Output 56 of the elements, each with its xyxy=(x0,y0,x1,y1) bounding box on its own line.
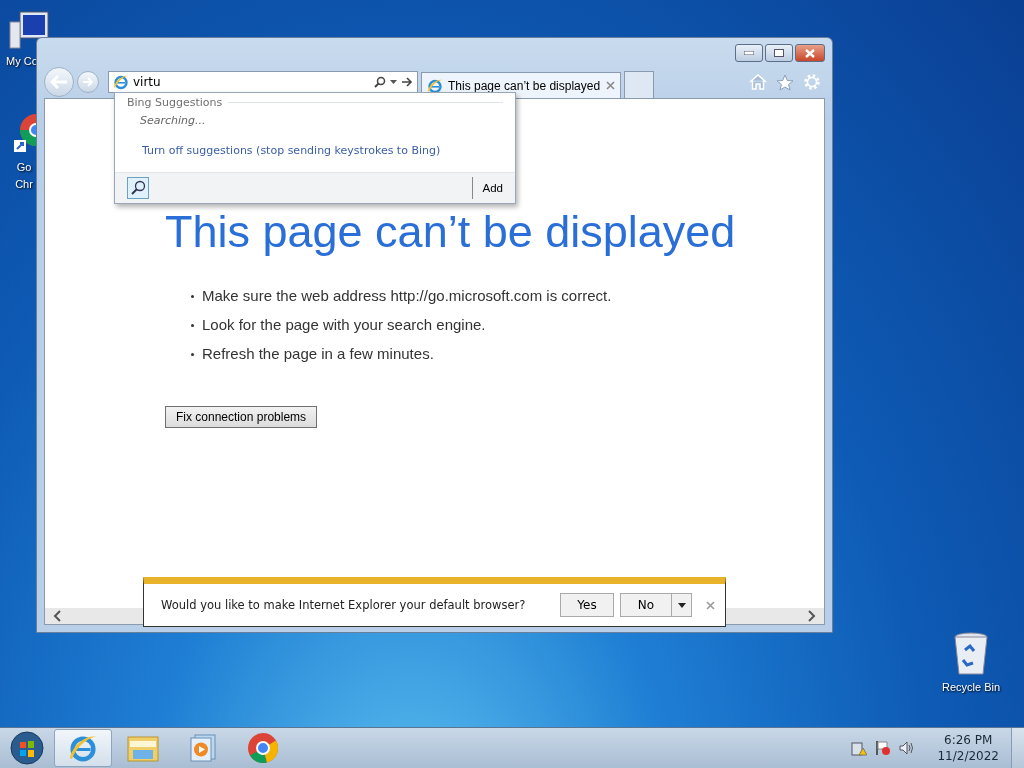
search-icon[interactable] xyxy=(374,76,386,88)
recycle-bin-icon xyxy=(953,632,990,678)
dropdown-caret-icon[interactable] xyxy=(390,80,397,84)
suggestion-text: Make sure the web address http://go.microsoft.com is correct. xyxy=(202,287,612,304)
notification-message: Would you like to make Internet Explorer your default browser? xyxy=(161,598,527,612)
close-icon xyxy=(706,600,715,610)
close-button[interactable] xyxy=(795,44,825,62)
star-icon[interactable] xyxy=(776,73,794,91)
forward-arrow-icon xyxy=(82,77,94,87)
suggestion-text: Refresh the page in a few minutes. xyxy=(202,345,434,362)
close-tab-icon[interactable] xyxy=(606,81,615,90)
ie-icon xyxy=(113,74,129,90)
search-provider-button[interactable] xyxy=(127,177,149,199)
no-button[interactable]: No xyxy=(620,593,672,617)
minimize-button[interactable] xyxy=(735,44,763,62)
bullet-dot xyxy=(191,295,194,298)
address-bar[interactable]: virtu xyxy=(108,71,418,93)
fix-connection-button[interactable]: Fix connection problems xyxy=(165,406,318,428)
taskbar-button[interactable] xyxy=(54,729,112,767)
flag-error-icon[interactable] xyxy=(875,740,892,756)
close-icon xyxy=(805,48,815,58)
ie-icon xyxy=(427,77,443,94)
maximize-icon xyxy=(774,49,784,57)
ie-icon xyxy=(68,733,98,763)
turn-off-suggestions-link[interactable]: Turn off suggestions (stop sending keystrokes to Bing) xyxy=(115,127,515,157)
bullet-dot xyxy=(191,324,194,327)
media-player-icon xyxy=(190,734,216,762)
go-arrow-icon[interactable] xyxy=(401,77,413,87)
searching-status: Searching... xyxy=(139,113,207,127)
scroll-left-icon[interactable] xyxy=(53,610,61,622)
show-desktop-button[interactable] xyxy=(1011,728,1024,768)
back-arrow-icon xyxy=(50,75,68,89)
chrome-icon xyxy=(247,732,279,764)
bullet-dot xyxy=(191,353,194,356)
no-options-button[interactable] xyxy=(672,593,692,617)
suggestion-text: Look for the page with your search engine. xyxy=(202,316,486,333)
desktop-icon-label[interactable]: Recycle Bin xyxy=(942,680,1001,695)
new-tab-button[interactable] xyxy=(624,71,654,98)
forward-button[interactable] xyxy=(77,71,99,93)
scroll-right-icon[interactable] xyxy=(808,610,816,622)
add-button[interactable]: Add xyxy=(471,177,503,199)
suggestions-heading: Bing Suggestions xyxy=(127,96,223,109)
folder-icon xyxy=(127,733,159,763)
speaker-icon[interactable] xyxy=(899,740,916,756)
minimize-icon xyxy=(744,51,754,55)
network-warning-icon[interactable] xyxy=(851,740,868,756)
error-heading: This page can’t be displayed xyxy=(165,207,736,257)
clock-time[interactable]: 6:26 PM xyxy=(944,732,993,748)
maximize-button[interactable] xyxy=(765,44,793,62)
desktop-icon-label[interactable]: Go xyxy=(16,160,32,175)
search-icon xyxy=(130,180,146,196)
desktop-icon-label[interactable]: Chr xyxy=(15,177,33,192)
yes-button[interactable]: Yes xyxy=(560,593,614,617)
windows-orb-icon xyxy=(10,731,44,765)
back-button[interactable] xyxy=(44,67,74,97)
clock-date[interactable]: 11/2/2022 xyxy=(937,748,999,764)
